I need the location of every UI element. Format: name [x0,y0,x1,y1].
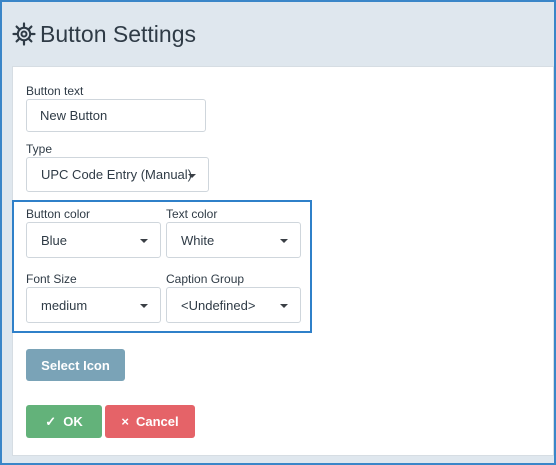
font-size-label: Font Size [26,272,77,286]
text-color-select[interactable]: White [166,222,301,258]
caption-group-value: <Undefined> [181,297,256,313]
dialog-header: Button Settings [2,2,554,64]
font-size-select[interactable]: medium [26,287,161,323]
font-size-value: medium [41,297,88,313]
type-value: UPC Code Entry (Manual) [41,167,192,182]
caption-group-select[interactable]: <Undefined> [166,287,301,323]
type-label: Type [26,142,53,156]
type-select[interactable]: UPC Code Entry (Manual) [26,157,209,192]
ok-label: OK [63,414,83,429]
button-color-value: Blue [41,232,68,248]
close-icon: × [121,414,129,429]
text-color-value: White [181,232,215,248]
text-color-label: Text color [166,207,218,221]
gear-icon [12,22,36,46]
select-icon-button[interactable]: Select Icon [26,349,125,381]
caption-group-label: Caption Group [166,272,245,286]
cancel-button[interactable]: × Cancel [105,405,195,438]
cancel-label: Cancel [135,414,179,429]
button-settings-dialog: Button Settings Button text New Button T… [0,0,556,465]
chevron-down-icon [188,173,196,178]
button-text-input[interactable]: New Button [26,99,206,132]
button-text-value: New Button [40,108,108,123]
chevron-down-icon [140,304,148,308]
ok-button[interactable]: ✓ OK [26,405,102,438]
chevron-down-icon [280,304,288,308]
button-color-select[interactable]: Blue [26,222,161,258]
select-icon-label: Select Icon [41,357,110,373]
button-text-label: Button text [26,84,84,98]
chevron-down-icon [140,239,148,243]
check-icon: ✓ [45,414,57,429]
dialog-title: Button Settings [40,21,196,47]
button-color-label: Button color [26,207,91,221]
chevron-down-icon [280,239,288,243]
